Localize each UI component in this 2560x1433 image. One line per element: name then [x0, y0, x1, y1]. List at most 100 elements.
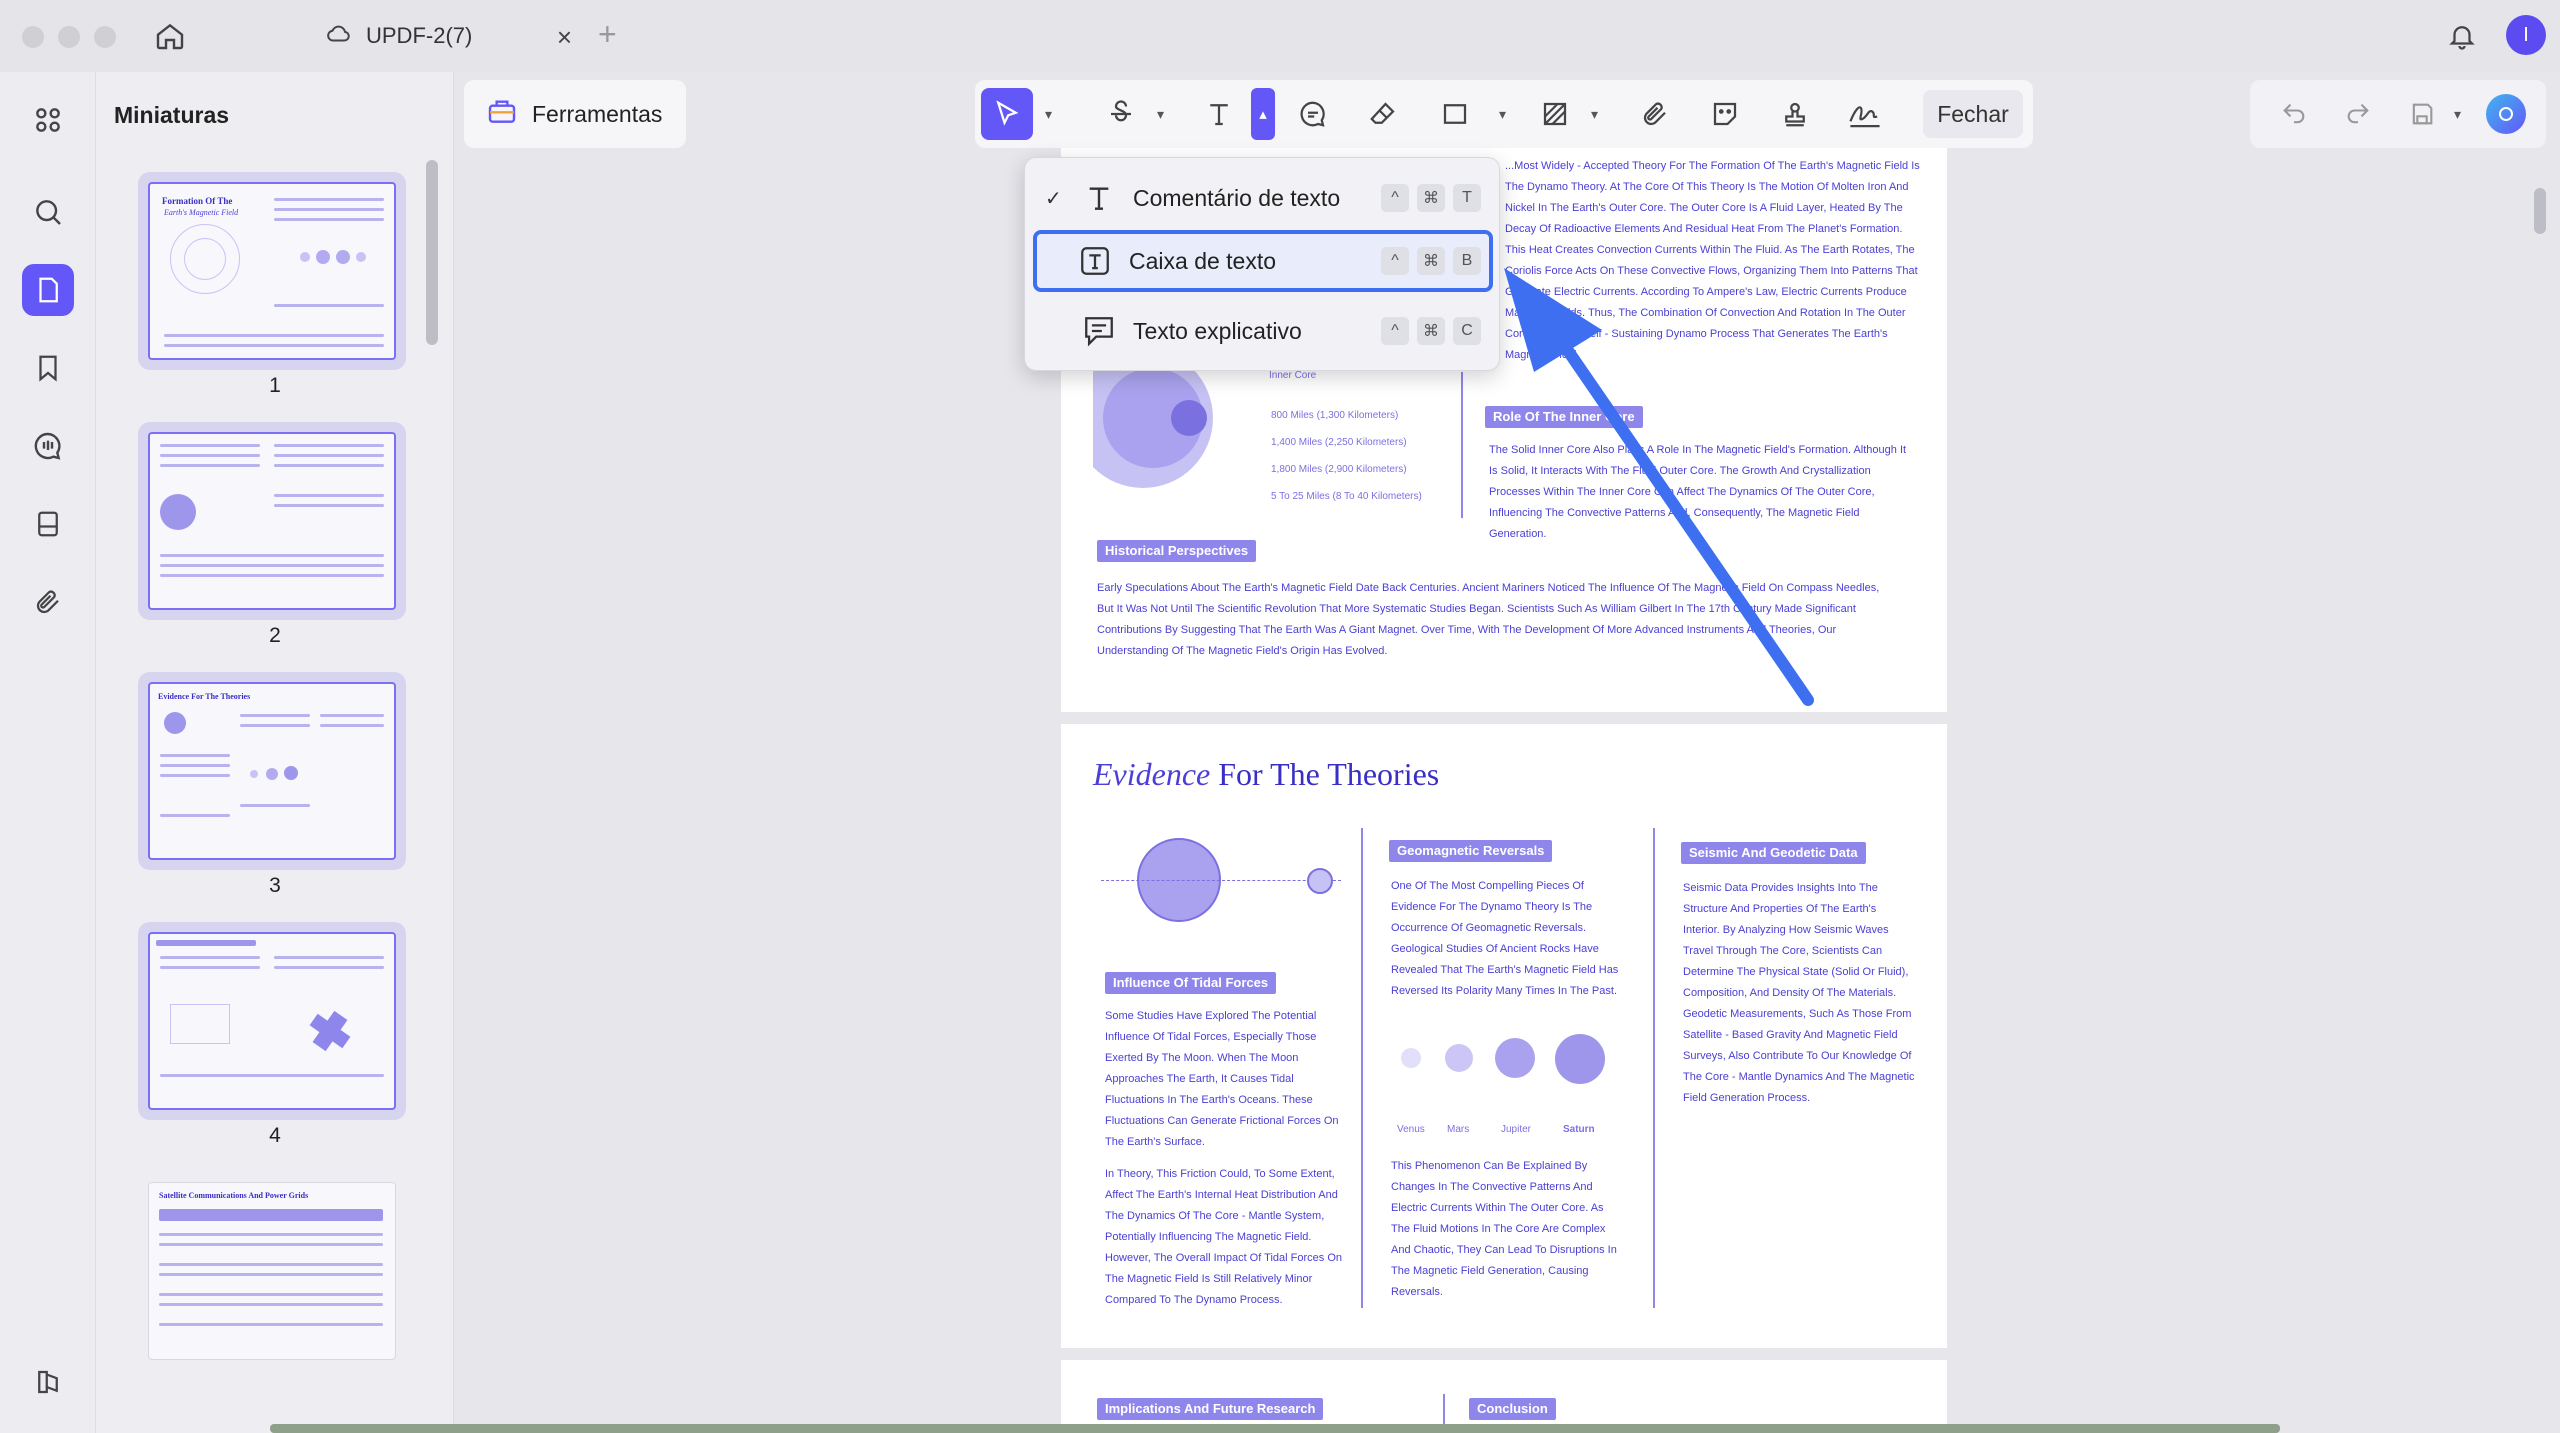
shortcut-keys: ^ ⌘ T [1381, 184, 1481, 212]
text-tool-dropdown: ✓ Comentário de texto ^ ⌘ T Caixa de tex… [1024, 157, 1500, 371]
thumbnail-scrollbar[interactable] [426, 160, 438, 345]
signature-icon[interactable] [1845, 94, 1885, 134]
title-bar: UPDF-2(7) × + I [0, 0, 2560, 72]
sticker-icon[interactable] [1705, 94, 1745, 134]
home-icon[interactable] [150, 16, 190, 56]
comment-icon[interactable] [1293, 94, 1333, 134]
eraser-icon[interactable] [1363, 94, 1403, 134]
undo-icon[interactable] [2274, 94, 2314, 134]
planet-label: Jupiter [1501, 1124, 1532, 1135]
text-box-icon [1075, 241, 1115, 281]
shortcut-keys: ^ ⌘ C [1381, 317, 1481, 345]
thumbnail-number: 3 [269, 874, 281, 897]
close-window-button[interactable] [22, 26, 44, 48]
thumbnail-page-1[interactable]: Formation Of The Earth's Magnetic Field [138, 172, 406, 370]
new-tab-button[interactable]: + [598, 18, 617, 50]
implications-badge: Implications And Future Research [1097, 1398, 1324, 1420]
thumbnail-number: 2 [269, 624, 281, 647]
pointer-arrow [1504, 268, 1814, 706]
stamp-icon[interactable] [1775, 94, 1815, 134]
thumbnail-page-5[interactable]: Satellite Communications And Power Grids [138, 1172, 406, 1370]
attachment-icon[interactable] [22, 576, 74, 628]
layers-icon[interactable] [22, 1356, 74, 1408]
column-divider [1461, 372, 1463, 518]
left-rail [0, 72, 96, 1433]
geomagnetic-badge: Geomagnetic Reversals [1389, 840, 1553, 862]
chevron-down-icon[interactable]: ▾ [1499, 106, 1506, 123]
close-annotation-button[interactable]: Fechar [1923, 90, 2023, 138]
thumbnail-number: 4 [269, 1124, 281, 1147]
right-toolbar: ▾ [2250, 80, 2546, 148]
column-divider [1653, 828, 1655, 1308]
tidal-text-1: Some Studies Have Explored The Potential… [1105, 1010, 1339, 1148]
callout-icon [1079, 311, 1119, 351]
checkmark-icon: ✓ [1045, 187, 1062, 210]
layer-label: 1,400 Miles (2,250 Kilometers) [1271, 437, 1407, 448]
menu-item-text-comment[interactable]: ✓ Comentário de texto ^ ⌘ T [1033, 167, 1493, 229]
chevron-down-icon[interactable]: ▾ [2454, 106, 2461, 123]
thumbnail-number: 1 [269, 374, 281, 397]
seismic-badge: Seismic And Geodetic Data [1681, 842, 1866, 864]
area-highlight-icon[interactable] [1535, 94, 1575, 134]
forms-icon[interactable] [22, 498, 74, 550]
planet-jupiter [1495, 1038, 1535, 1078]
tab-close-button[interactable]: × [557, 22, 572, 53]
thumbnail-page-2[interactable] [138, 422, 406, 620]
bottom-strip [270, 1424, 2280, 1433]
historical-badge: Historical Perspectives [1097, 540, 1257, 562]
planet-mars [1445, 1044, 1473, 1072]
bell-icon[interactable] [2442, 16, 2482, 56]
menu-item-text-box[interactable]: Caixa de texto ^ ⌘ B [1033, 230, 1493, 292]
grid-icon[interactable] [22, 94, 74, 146]
menu-item-callout[interactable]: Texto explicativo ^ ⌘ C [1033, 300, 1493, 362]
annotation-toolbar: ▾ ▾ ▴ ▾ ▾ Fechar [975, 80, 2033, 148]
select-tool-icon[interactable] [981, 88, 1033, 140]
save-icon[interactable] [2402, 94, 2442, 134]
comments-icon[interactable] [22, 420, 74, 472]
text-tool-icon[interactable] [1199, 94, 1239, 134]
chevron-up-icon[interactable]: ▴ [1251, 88, 1275, 140]
chevron-down-icon[interactable]: ▾ [1045, 106, 1052, 123]
thumbnail-page-4[interactable] [138, 922, 406, 1120]
document-tab[interactable]: UPDF-2(7) × [310, 8, 580, 64]
layer-label: 800 Miles (1,300 Kilometers) [1271, 410, 1399, 421]
planet-label: Mars [1447, 1124, 1470, 1135]
bookmark-icon[interactable] [22, 342, 74, 394]
thumbnail-panel: Miniaturas Formation Of The Earth's Magn… [96, 72, 454, 1433]
planet-label: Saturn [1563, 1124, 1595, 1135]
chevron-down-icon[interactable]: ▾ [1591, 106, 1598, 123]
search-icon[interactable] [22, 186, 74, 238]
panel-title: Miniaturas [114, 102, 230, 128]
avatar[interactable]: I [2506, 15, 2546, 55]
minimize-window-button[interactable] [58, 26, 80, 48]
layer-label: 5 To 25 Miles (8 To 40 Kilometers) [1271, 491, 1422, 502]
document-page-3: Evidence For The Theories Influence Of T… [1061, 724, 1947, 1348]
cloud-icon [326, 21, 352, 52]
tools-label: Ferramentas [532, 100, 663, 127]
column-divider [1361, 828, 1363, 1308]
layer-label: 1,800 Miles (2,900 Kilometers) [1271, 464, 1407, 475]
chevron-down-icon[interactable]: ▾ [1157, 106, 1164, 123]
pages-icon[interactable] [22, 264, 74, 316]
toolbox-icon [486, 95, 518, 133]
tidal-diagram [1101, 828, 1341, 948]
thumbnail-page-3[interactable]: Evidence For The Theories [138, 672, 406, 870]
ai-assistant-icon[interactable] [2486, 94, 2526, 134]
document-scrollbar[interactable] [2534, 188, 2546, 234]
geomagnetic-text: One Of The Most Compelling Pieces Of Evi… [1391, 880, 1619, 997]
tidal-text-2: In Theory, This Friction Could, To Some … [1105, 1168, 1342, 1306]
document-page-4: Implications And Future Research Conclus… [1061, 1360, 1947, 1433]
planet-label: Venus [1397, 1124, 1425, 1135]
redo-icon[interactable] [2338, 94, 2378, 134]
layer-label: Inner Core [1269, 370, 1317, 381]
tools-button[interactable]: Ferramentas [464, 80, 686, 148]
planet-venus [1401, 1048, 1421, 1068]
page3-heading: Evidence For The Theories [1093, 756, 1440, 792]
text-t-icon [1079, 178, 1119, 218]
planet-saturn [1555, 1034, 1605, 1084]
paperclip-icon[interactable] [1635, 94, 1675, 134]
rectangle-icon[interactable] [1435, 94, 1475, 134]
shortcut-keys: ^ ⌘ B [1381, 247, 1481, 275]
strikethrough-icon[interactable] [1101, 94, 1141, 134]
zoom-window-button[interactable] [94, 26, 116, 48]
